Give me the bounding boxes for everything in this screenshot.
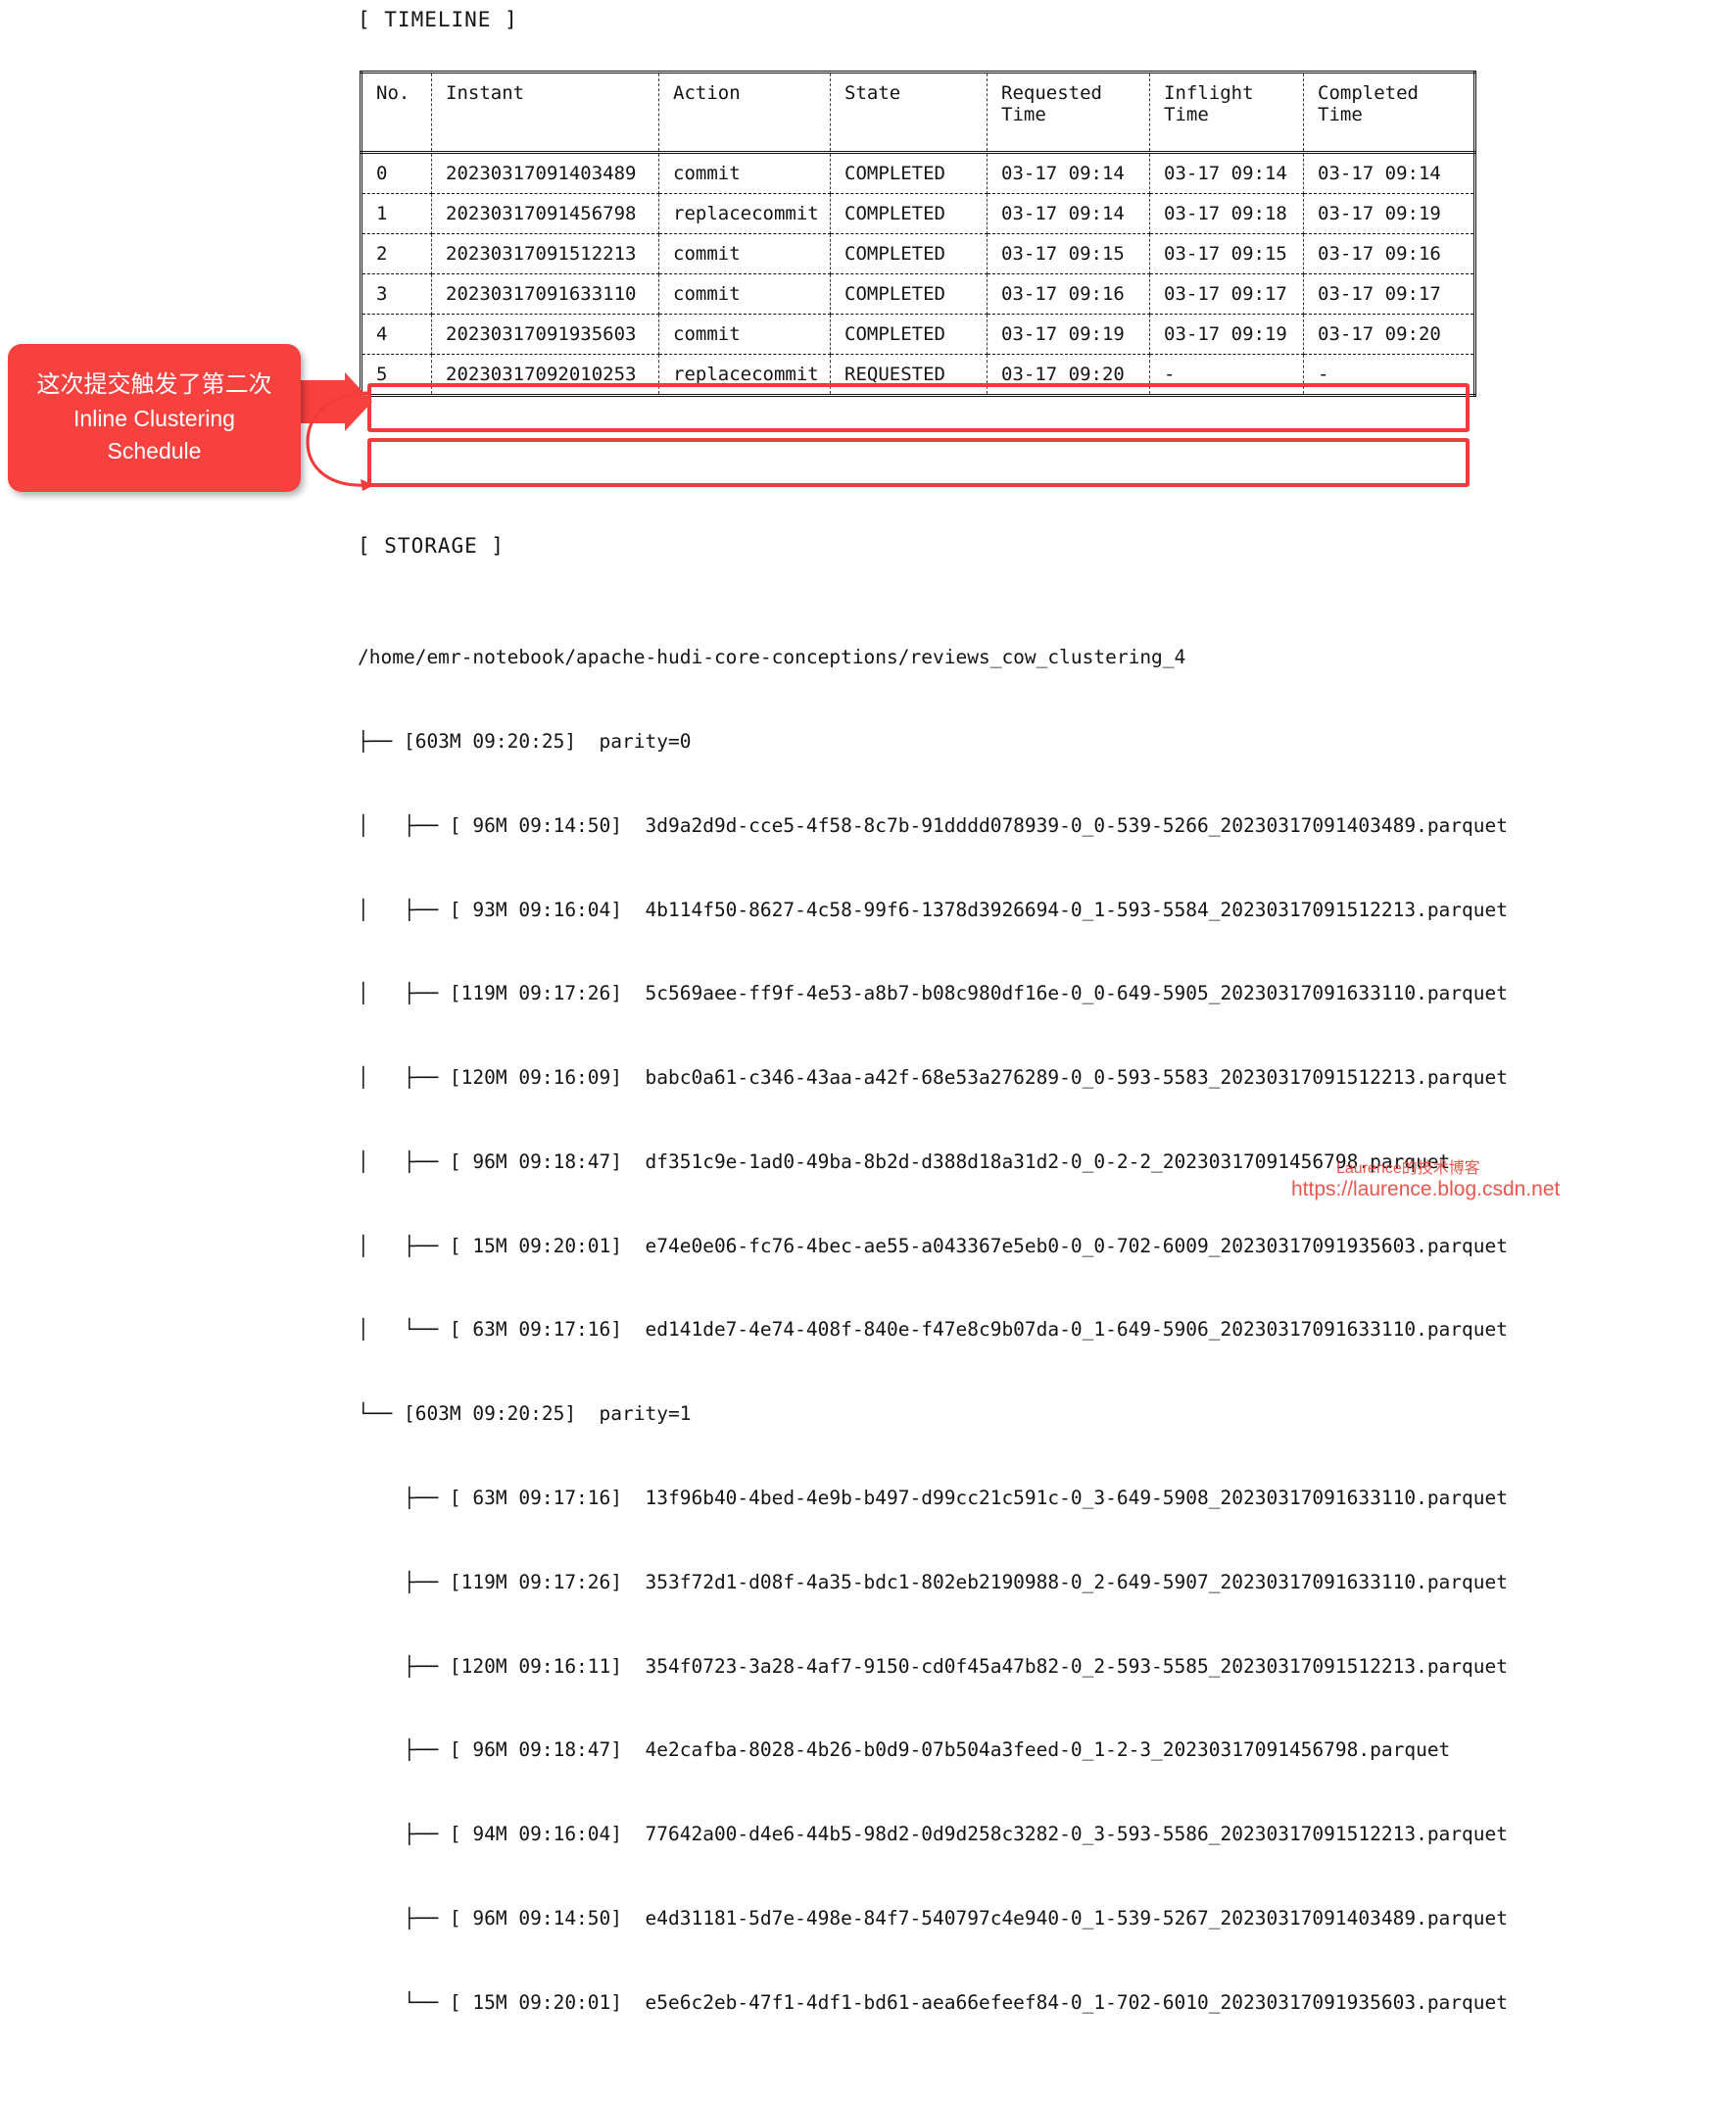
cell-state: REQUESTED <box>830 354 988 397</box>
watermark-author: Laurence的技术博客 <box>1336 1160 1480 1177</box>
cell-requested: 03-17 09:16 <box>987 273 1150 315</box>
annotation-callout: 这次提交触发了第二次 Inline Clustering Schedule <box>8 344 301 492</box>
cell-instant: 20230317091456798 <box>431 193 659 234</box>
column-header-instant: Instant <box>431 71 659 154</box>
tree-line: │ ├── [120M 09:16:09] babc0a61-c346-43aa… <box>358 1066 1508 1090</box>
storage-file-tree: /home/emr-notebook/apache-hudi-core-conc… <box>358 588 1508 2101</box>
tree-line: ├── [119M 09:17:26] 353f72d1-d08f-4a35-b… <box>358 1570 1508 1593</box>
storage-section-label: [ STORAGE ] <box>358 534 506 558</box>
cell-requested: 03-17 09:19 <box>987 314 1150 355</box>
cell-completed: 03-17 09:17 <box>1303 273 1476 315</box>
table-row: 2 20230317091512213 commit COMPLETED 03-… <box>360 233 1476 274</box>
cell-state: COMPLETED <box>830 314 988 355</box>
cell-instant: 20230317091512213 <box>431 233 659 274</box>
cell-state: COMPLETED <box>830 152 988 194</box>
row-highlight-box-5 <box>367 438 1470 487</box>
cell-no: 1 <box>360 193 432 234</box>
cell-action: commit <box>658 314 831 355</box>
cell-requested: 03-17 09:20 <box>987 354 1150 397</box>
cell-action: commit <box>658 233 831 274</box>
tree-line: └── [ 15M 09:20:01] e5e6c2eb-47f1-4df1-b… <box>358 1990 1508 2014</box>
cell-completed: 03-17 09:16 <box>1303 233 1476 274</box>
cell-action: commit <box>658 152 831 194</box>
cell-state: COMPLETED <box>830 273 988 315</box>
tree-line: └── [603M 09:20:25] parity=1 <box>358 1402 692 1426</box>
tree-line: │ └── [ 63M 09:17:16] ed141de7-4e74-408f… <box>358 1318 1508 1342</box>
column-header-completed-time: Completed Time <box>1303 71 1476 154</box>
cell-completed: - <box>1303 354 1476 397</box>
tree-line: │ ├── [ 96M 09:14:50] 3d9a2d9d-cce5-4f58… <box>358 813 1508 837</box>
cell-action: replacecommit <box>658 193 831 234</box>
tree-line: ├── [ 63M 09:17:16] 13f96b40-4bed-4e9b-b… <box>358 1487 1508 1509</box>
cell-state: COMPLETED <box>830 193 988 234</box>
tree-line: ├── [ 96M 09:14:50] e4d31181-5d7e-498e-8… <box>358 1906 1508 1930</box>
column-header-no: No. <box>360 71 432 154</box>
cell-action: replacecommit <box>658 354 831 397</box>
callout-line-1: 这次提交触发了第二次 <box>36 370 272 398</box>
tree-line: ├── [120M 09:16:11] 354f0723-3a28-4af7-9… <box>358 1654 1508 1678</box>
table-header-row: No. Instant Action State Requested Time … <box>360 71 1476 154</box>
cell-completed: 03-17 09:19 <box>1303 193 1476 234</box>
timeline-table: No. Instant Action State Requested Time … <box>360 71 1476 397</box>
table-row: 3 20230317091633110 commit COMPLETED 03-… <box>360 273 1476 315</box>
column-header-inflight-time: Inflight Time <box>1149 71 1304 154</box>
cell-no: 4 <box>360 314 432 355</box>
cell-instant: 20230317091935603 <box>431 314 659 355</box>
tree-line: ├── [ 94M 09:16:04] 77642a00-d4e6-44b5-9… <box>358 1823 1508 1846</box>
callout-line-2: Inline Clustering <box>73 405 235 431</box>
tree-root-path: /home/emr-notebook/apache-hudi-core-conc… <box>358 646 1186 669</box>
cell-inflight: 03-17 09:15 <box>1149 233 1304 274</box>
cell-action: commit <box>658 273 831 315</box>
callout-line-3: Schedule <box>107 437 202 464</box>
cell-instant: 20230317091633110 <box>431 273 659 315</box>
cell-no: 0 <box>360 152 432 194</box>
cell-completed: 03-17 09:20 <box>1303 314 1476 355</box>
tree-line: ├── [603M 09:20:25] parity=0 <box>358 729 692 753</box>
column-header-requested-time: Requested Time <box>987 71 1150 154</box>
column-header-state: State <box>830 71 988 154</box>
cell-inflight: 03-17 09:14 <box>1149 152 1304 194</box>
watermark-url: https://laurence.blog.csdn.net <box>1291 1178 1561 1200</box>
cell-instant: 20230317092010253 <box>431 354 659 397</box>
table-row-highlighted: 5 20230317092010253 replacecommit REQUES… <box>360 354 1476 397</box>
cell-inflight: - <box>1149 354 1304 397</box>
timeline-section-label: [ TIMELINE ] <box>358 8 518 31</box>
cell-requested: 03-17 09:15 <box>987 233 1150 274</box>
cell-inflight: 03-17 09:17 <box>1149 273 1304 315</box>
loop-arrow-icon <box>306 391 374 491</box>
cell-completed: 03-17 09:14 <box>1303 152 1476 194</box>
cell-inflight: 03-17 09:19 <box>1149 314 1304 355</box>
table-row-highlighted: 4 20230317091935603 commit COMPLETED 03-… <box>360 314 1476 355</box>
table-row: 1 20230317091456798 replacecommit COMPLE… <box>360 193 1476 234</box>
tree-line: ├── [ 96M 09:18:47] 4e2cafba-8028-4b26-b… <box>358 1738 1451 1762</box>
cell-no: 2 <box>360 233 432 274</box>
tree-line: │ ├── [119M 09:17:26] 5c569aee-ff9f-4e53… <box>358 982 1508 1005</box>
cell-instant: 20230317091403489 <box>431 152 659 194</box>
tree-line: │ ├── [ 15M 09:20:01] e74e0e06-fc76-4bec… <box>358 1234 1508 1257</box>
cell-state: COMPLETED <box>830 233 988 274</box>
watermark: Laurence的技术博客 https://laurence.blog.csdn… <box>1291 1154 1560 1201</box>
cell-inflight: 03-17 09:18 <box>1149 193 1304 234</box>
column-header-action: Action <box>658 71 831 154</box>
timeline-table-container: No. Instant Action State Requested Time … <box>360 71 1476 397</box>
cell-requested: 03-17 09:14 <box>987 193 1150 234</box>
table-row: 0 20230317091403489 commit COMPLETED 03-… <box>360 152 1476 194</box>
cell-no: 3 <box>360 273 432 315</box>
cell-requested: 03-17 09:14 <box>987 152 1150 194</box>
tree-line: │ ├── [ 93M 09:16:04] 4b114f50-8627-4c58… <box>358 898 1508 921</box>
